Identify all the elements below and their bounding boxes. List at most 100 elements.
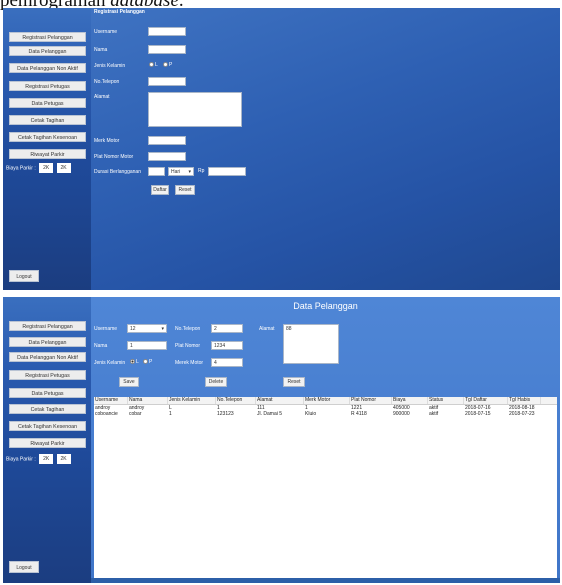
durasi-label: Durasi Berlangganan [94, 169, 141, 175]
merk-motor-input[interactable] [148, 136, 186, 145]
plat-nomor-input[interactable] [148, 152, 186, 161]
jenis-kelamin-label: Jenis Kelamin [94, 360, 126, 366]
logout-button[interactable]: Logout [9, 561, 39, 573]
table-cell: Kluio [305, 411, 317, 417]
registration-form: Registrasi Pelanggan Username Nama Jenis… [91, 8, 560, 290]
no-telepon-label: No.Telepon [94, 79, 120, 85]
tarif-row: Biaya Parkir : 2K 2K [6, 163, 71, 173]
alamat-textarea[interactable]: 88 [283, 324, 339, 364]
pelanggan-table: Username Nama Jenis Kelamin No.Telepon Alama… [94, 397, 557, 581]
radio-p-label: P [169, 62, 173, 68]
registration-window: Registrasi Pelanggan Data Pelanggan Data… [3, 8, 560, 290]
username-label: Username [94, 326, 118, 332]
nav-data-pelanggan-non-aktif[interactable]: Data Pelanggan Non Aktif [9, 63, 86, 73]
radio-p-label: P [149, 359, 153, 365]
biaya-input[interactable] [208, 167, 246, 176]
durasi-input[interactable] [148, 167, 165, 176]
table-cell: 900000 [393, 411, 410, 417]
reset-button[interactable]: Reset [283, 377, 305, 387]
chevron-down-icon: ▾ [161, 326, 164, 332]
nav-data-pelanggan[interactable]: Data Pelanggan [9, 46, 86, 56]
tarif-label: Biaya Parkir : [6, 456, 36, 463]
column-header[interactable]: Username [94, 397, 128, 404]
username-select[interactable]: 12 ▾ [127, 324, 167, 333]
nav-data-petugas[interactable]: Data Petugas [9, 98, 86, 108]
radio-l[interactable] [149, 62, 154, 68]
logout-button[interactable]: Logout [9, 270, 39, 282]
daftar-button[interactable]: Daftar [151, 185, 169, 195]
plat-nomor-label: Plat Nomor Motor [94, 154, 134, 160]
table-cell: R 4118 [351, 411, 367, 417]
nav-riwayat-parkir[interactable]: Riwayat Parkir [9, 149, 86, 159]
column-header[interactable]: Plat Nomor [350, 397, 392, 404]
plat-nomor-input[interactable]: 1234 [211, 341, 243, 350]
no-telepon-input[interactable] [148, 77, 186, 86]
table-row[interactable]: coboancie cobar 1 123123 Jl. Damai 5 Kluio R 4… [94, 411, 557, 417]
nav-data-pelanggan[interactable]: Data Pelanggan [9, 337, 86, 347]
table-cell: 123123 [217, 411, 234, 417]
table-cell: aktif [429, 411, 439, 417]
radio-p[interactable] [143, 359, 148, 365]
table-header: Username Nama Jenis Kelamin No.Telepon Alama… [94, 397, 557, 405]
save-button[interactable]: Save [119, 377, 139, 387]
status-bar [91, 578, 560, 583]
nav-registrasi-pelanggan[interactable]: Registrasi Pelanggan [9, 32, 86, 42]
merk-motor-label: Merk Motor [94, 138, 120, 144]
nav-cetak-tagihan[interactable]: Cetak Tagihan [9, 404, 86, 414]
radio-l-label: L [155, 62, 158, 68]
alamat-textarea[interactable] [148, 92, 242, 127]
nama-input[interactable]: 1 [127, 341, 167, 350]
merk-motor-input[interactable]: 4 [211, 358, 243, 367]
tarif-a-input[interactable]: 2K [39, 163, 54, 173]
nav-cetak-tagihan[interactable]: Cetak Tagihan [9, 115, 86, 125]
nav-data-petugas[interactable]: Data Petugas [9, 388, 86, 398]
jenis-kelamin-label: Jenis Kelamin [94, 63, 126, 69]
nav-data-pelanggan-non-aktif[interactable]: Data Pelanggan Non Aktif [9, 352, 86, 362]
tarif-label: Biaya Parkir : [6, 165, 36, 172]
durasi-unit-select[interactable]: Hari ▾ [168, 167, 194, 176]
tarif-row: Biaya Parkir : 2K 2K [6, 454, 71, 464]
column-header[interactable]: Jenis Kelamin [168, 397, 216, 404]
alamat-label: Alamat [94, 94, 110, 100]
table-body: androy androy L 1 111 1 1221 405000 aktif 2018-07… [94, 405, 557, 417]
column-header[interactable]: Status [428, 397, 464, 404]
data-pelanggan-panel: Data Pelanggan Username 12 ▾ No.Telepon 2… [91, 297, 560, 583]
sidebar: Registrasi Pelanggan Data Pelanggan Data… [3, 8, 91, 290]
column-header[interactable]: Alamat [256, 397, 304, 404]
tarif-b-input[interactable]: 2K [56, 163, 71, 173]
tarif-a-input[interactable]: 2K [39, 454, 54, 464]
nav-cetak-tagihan-kesenoan[interactable]: Cetak Tagihan Kesenoan [9, 421, 86, 431]
nama-input[interactable] [148, 45, 186, 54]
tarif-b-input[interactable]: 2K [56, 454, 71, 464]
form-title: Registrasi Pelanggan [94, 9, 145, 15]
column-header[interactable]: No.Telepon [216, 397, 256, 404]
username-label: Username [94, 29, 118, 35]
radio-l[interactable] [130, 359, 135, 365]
no-telepon-label: No.Telepon [175, 326, 201, 332]
table-cell: cobar [129, 411, 142, 417]
radio-p[interactable] [163, 62, 168, 68]
data-pelanggan-window: Registrasi Pelanggan Data Pelanggan Data… [3, 297, 560, 583]
nav-registrasi-pelanggan[interactable]: Registrasi Pelanggan [9, 321, 86, 331]
radio-l-label: L [136, 359, 139, 365]
table-cell: Jl. Damai 5 [257, 411, 283, 417]
column-header[interactable]: Biaya [392, 397, 428, 404]
username-input[interactable] [148, 27, 186, 36]
nav-cetak-tagihan-kesenoan[interactable]: Cetak Tagihan Kesenoan [9, 132, 86, 142]
rp-label: Rp [198, 168, 205, 174]
column-header[interactable]: Tgl Habis [508, 397, 541, 404]
column-header[interactable]: Tgl Daftar [464, 397, 508, 404]
chevron-down-icon: ▾ [188, 169, 191, 175]
reset-button[interactable]: Reset [175, 185, 195, 195]
nav-riwayat-parkir[interactable]: Riwayat Parkir [9, 438, 86, 448]
column-header[interactable]: Merk Motor [304, 397, 350, 404]
nav-registrasi-petugas[interactable]: Registrasi Petugas [9, 81, 86, 91]
table-cell: 2018-07-15 [465, 411, 491, 417]
column-header[interactable]: Nama [128, 397, 168, 404]
durasi-unit-value: Hari [171, 169, 181, 175]
alamat-value: 88 [286, 326, 292, 332]
nav-registrasi-petugas[interactable]: Registrasi Petugas [9, 370, 86, 380]
table-cell: coboancie [95, 411, 118, 417]
no-telepon-input[interactable]: 2 [211, 324, 243, 333]
delete-button[interactable]: Delete [205, 377, 227, 387]
